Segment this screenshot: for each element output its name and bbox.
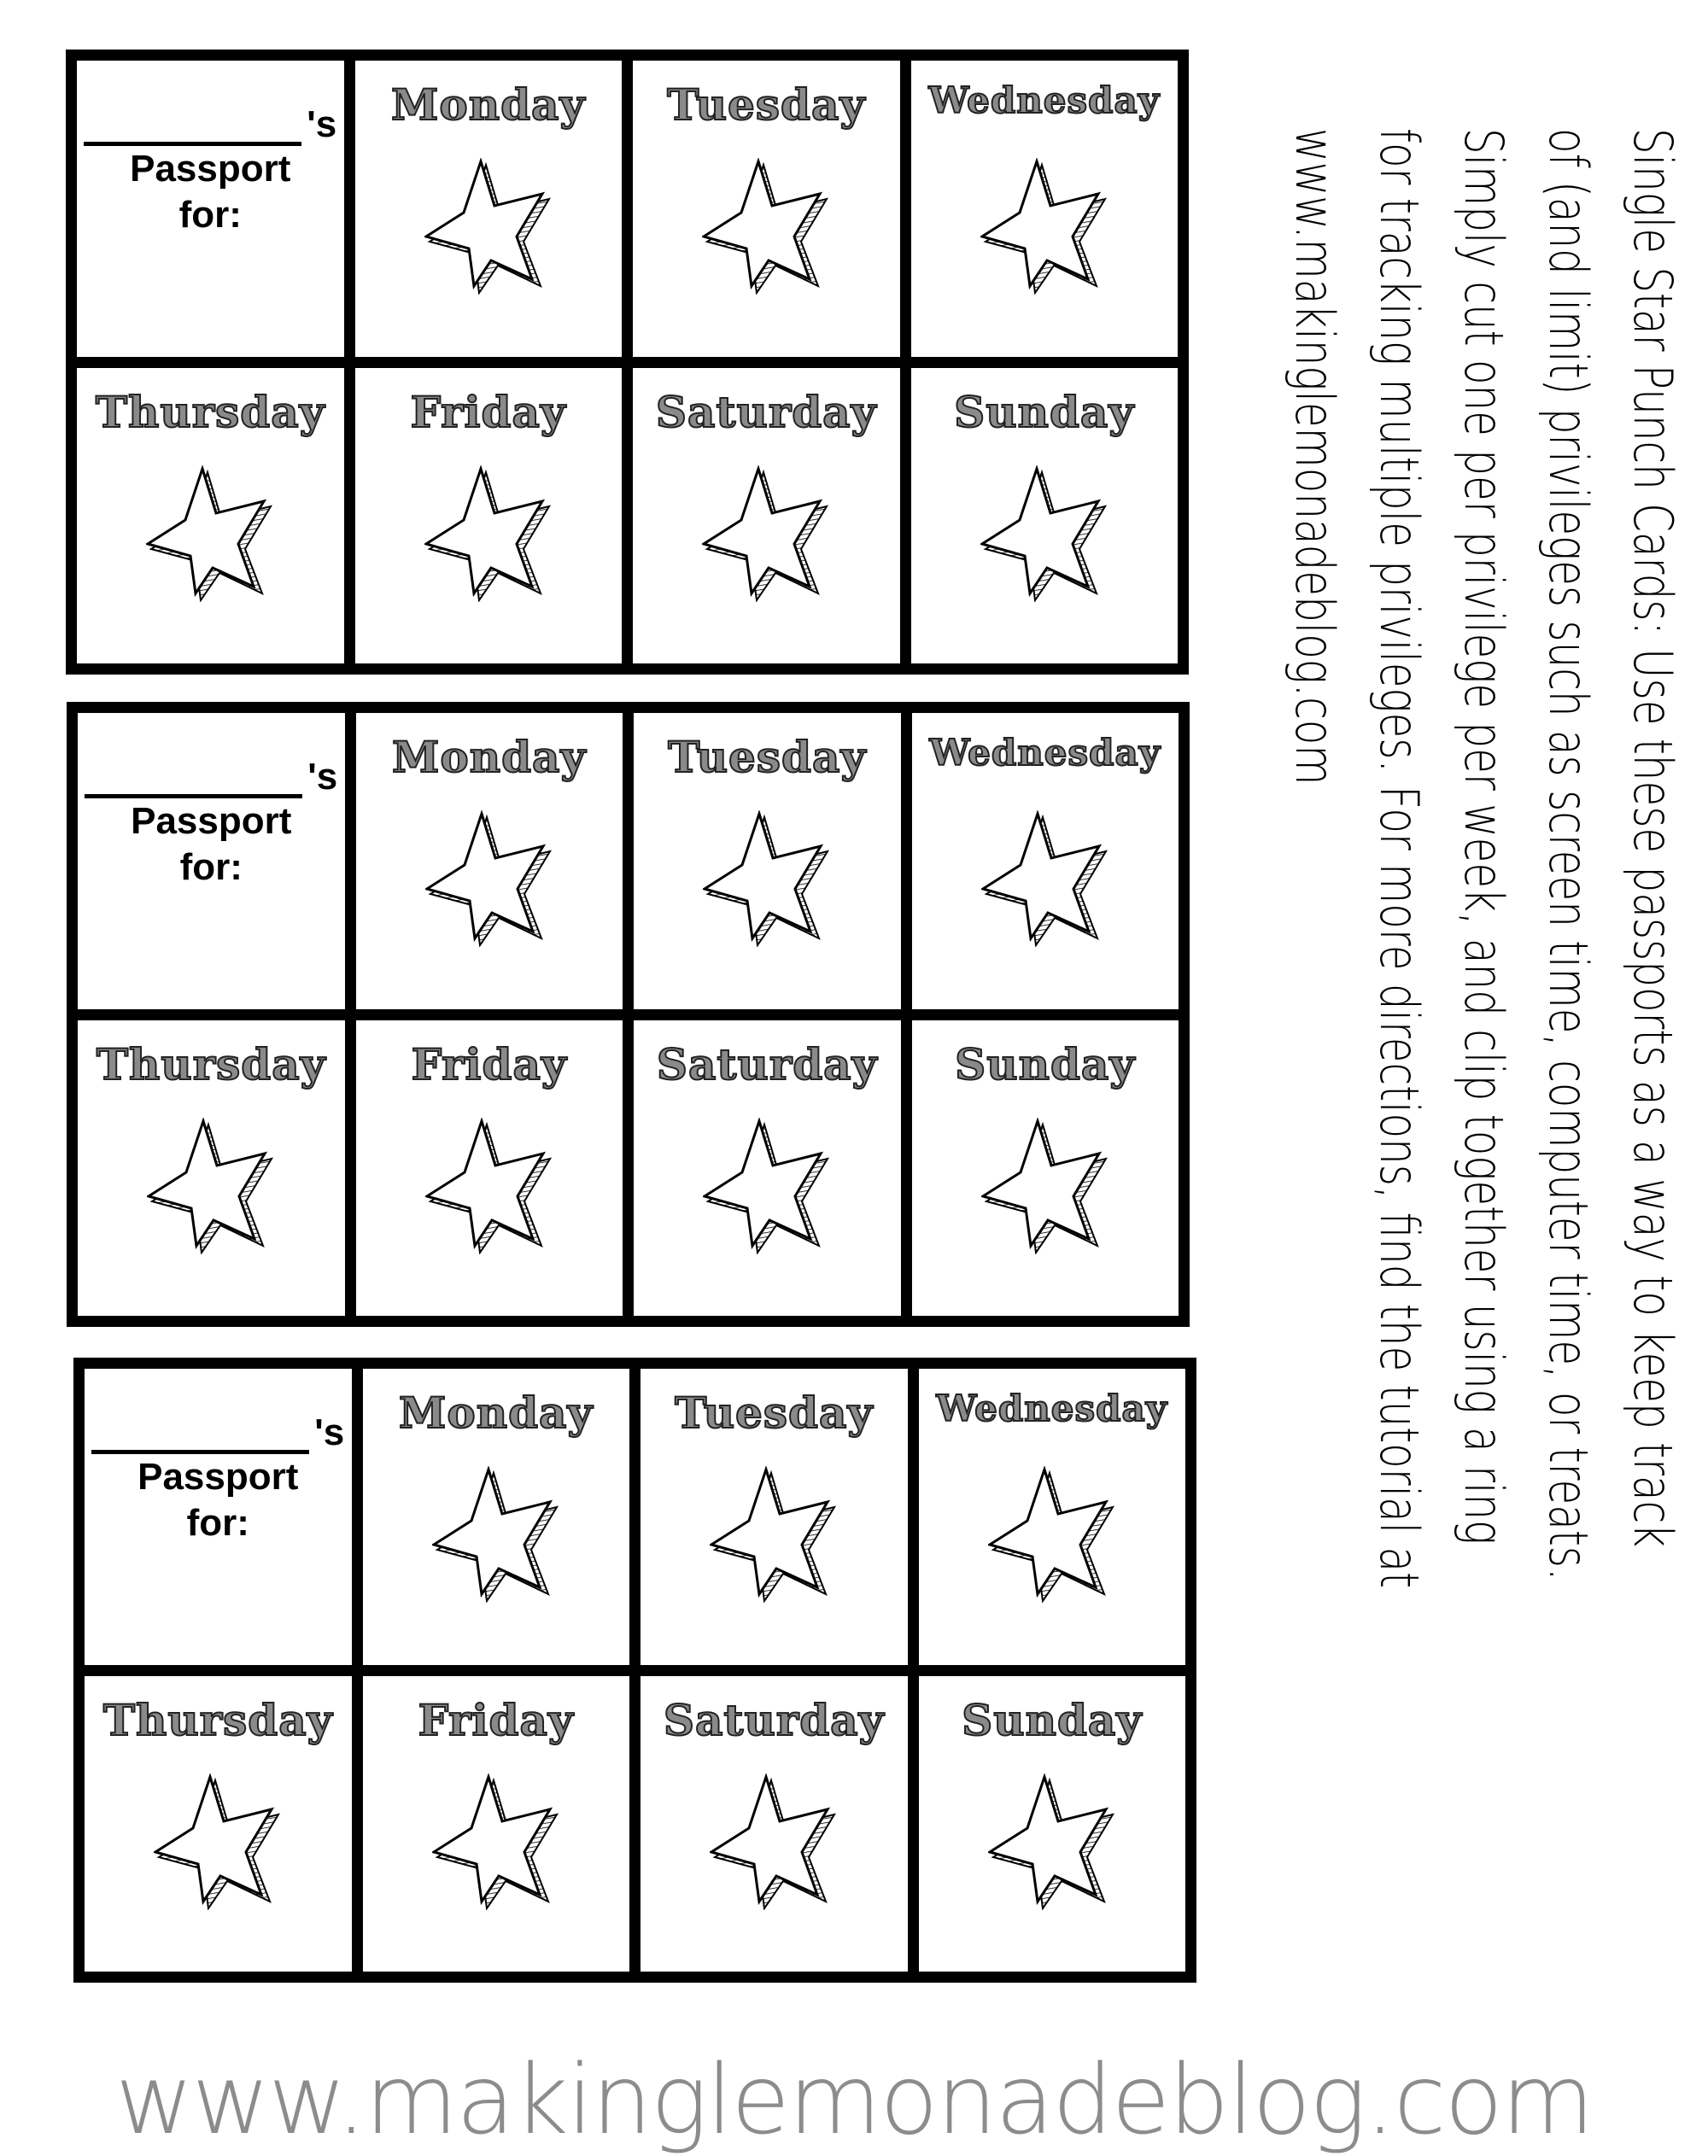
day-cell-tuesday[interactable]: Tuesday	[640, 1369, 908, 1665]
day-cell-monday[interactable]: Monday	[362, 1369, 629, 1665]
day-label: Monday	[391, 731, 587, 783]
star-icon[interactable]	[986, 1772, 1116, 1911]
day-label: Monday	[390, 79, 586, 131]
day-label: Saturday	[655, 386, 877, 438]
star-icon[interactable]	[152, 1772, 282, 1911]
day-cell-sunday[interactable]: Sunday	[911, 1020, 1179, 1316]
name-blank[interactable]	[84, 108, 302, 146]
day-cell-wednesday[interactable]: Wednesday	[910, 61, 1178, 357]
day-label: Monday	[398, 1387, 594, 1439]
day-cell-tuesday[interactable]: Tuesday	[634, 713, 901, 1009]
star-icon[interactable]	[144, 464, 274, 603]
day-label: Sunday	[961, 1694, 1143, 1746]
day-label: Saturday	[663, 1694, 885, 1746]
day-cell-wednesday[interactable]: Wednesday	[918, 1369, 1185, 1665]
day-cell-thursday[interactable]: Thursday	[78, 1020, 345, 1316]
star-icon[interactable]	[700, 157, 830, 295]
passport-label: Passport	[130, 148, 291, 190]
passport-cell: 's Passport for:	[85, 1369, 352, 1665]
day-label: Sunday	[954, 1038, 1136, 1090]
for-label: for:	[186, 1502, 249, 1544]
name-blank[interactable]	[85, 760, 303, 798]
passport-cell: 's Passport for:	[77, 61, 344, 357]
for-label: for:	[178, 194, 242, 236]
passport-label: Passport	[137, 1456, 299, 1498]
instructions-line: for tracking multiple privileges. For mo…	[1368, 128, 1430, 1589]
day-label: Friday	[418, 1694, 574, 1746]
star-icon[interactable]	[979, 464, 1108, 603]
for-label: for:	[179, 846, 243, 888]
passport-label: Passport	[131, 800, 292, 842]
day-label: Wednesday	[928, 731, 1161, 774]
possessive: 's	[314, 1411, 345, 1453]
day-label: Tuesday	[666, 79, 866, 131]
instructions-line: of (and limit) privileges such as screen…	[1537, 128, 1600, 1581]
instructions: Single Star Punch Cards: Use these passp…	[1272, 128, 1695, 1921]
day-label: Thursday	[102, 1694, 333, 1746]
day-cell-friday[interactable]: Friday	[362, 1675, 629, 1972]
day-cell-saturday[interactable]: Saturday	[634, 1020, 901, 1316]
day-label: Thursday	[95, 386, 325, 438]
star-icon[interactable]	[424, 1116, 553, 1255]
day-cell-sunday[interactable]: Sunday	[918, 1675, 1185, 1972]
star-icon[interactable]	[430, 1772, 560, 1911]
day-label: Thursday	[96, 1038, 326, 1090]
day-label: Friday	[411, 1038, 567, 1090]
star-icon[interactable]	[424, 809, 553, 948]
day-cell-wednesday[interactable]: Wednesday	[911, 713, 1179, 1009]
possessive: 's	[307, 756, 338, 798]
star-icon[interactable]	[980, 809, 1109, 948]
star-icon[interactable]	[423, 464, 553, 603]
day-label: Wednesday	[927, 79, 1161, 122]
day-label: Wednesday	[935, 1387, 1168, 1430]
punch-card: 's Passport for: Monday Tuesday Wednesday Thur…	[66, 50, 1189, 675]
day-cell-friday[interactable]: Friday	[354, 367, 622, 663]
day-cell-thursday[interactable]: Thursday	[85, 1675, 352, 1972]
day-label: Tuesday	[667, 731, 867, 783]
name-blank[interactable]	[91, 1416, 310, 1454]
punch-card: 's Passport for: Monday Tuesday Wednesday Thur…	[73, 1358, 1196, 1983]
star-icon[interactable]	[423, 157, 553, 295]
punch-card: 's Passport for: Monday Tuesday Wednesday Thur…	[67, 702, 1190, 1327]
star-icon[interactable]	[701, 1116, 831, 1255]
day-label: Tuesday	[674, 1387, 874, 1439]
day-cell-monday[interactable]: Monday	[354, 61, 622, 357]
day-cell-friday[interactable]: Friday	[355, 1020, 623, 1316]
star-icon[interactable]	[430, 1465, 560, 1604]
day-label: Saturday	[656, 1038, 878, 1090]
star-icon[interactable]	[701, 809, 831, 948]
instructions-line: www.makinglemonadeblog.com	[1284, 128, 1346, 786]
day-label: Sunday	[953, 386, 1135, 438]
footer-url: www.makinglemonadeblog.com	[114, 2045, 1594, 2156]
day-cell-tuesday[interactable]: Tuesday	[633, 61, 900, 357]
star-icon[interactable]	[700, 464, 830, 603]
passport-cell: 's Passport for:	[78, 713, 345, 1009]
possessive: 's	[307, 103, 337, 145]
day-cell-sunday[interactable]: Sunday	[910, 367, 1178, 663]
star-icon[interactable]	[145, 1116, 275, 1255]
star-icon[interactable]	[708, 1465, 838, 1604]
star-icon[interactable]	[986, 1465, 1116, 1604]
instructions-line: Single Star Punch Cards: Use these passp…	[1622, 128, 1684, 1548]
day-cell-thursday[interactable]: Thursday	[77, 367, 344, 663]
instructions-line: Simply cut one per privilege per week, a…	[1453, 128, 1515, 1545]
day-cell-saturday[interactable]: Saturday	[633, 367, 900, 663]
day-cell-saturday[interactable]: Saturday	[640, 1675, 908, 1972]
star-icon[interactable]	[979, 157, 1108, 295]
day-label: Friday	[410, 386, 566, 438]
star-icon[interactable]	[980, 1116, 1109, 1255]
day-cell-monday[interactable]: Monday	[355, 713, 623, 1009]
star-icon[interactable]	[708, 1772, 838, 1911]
